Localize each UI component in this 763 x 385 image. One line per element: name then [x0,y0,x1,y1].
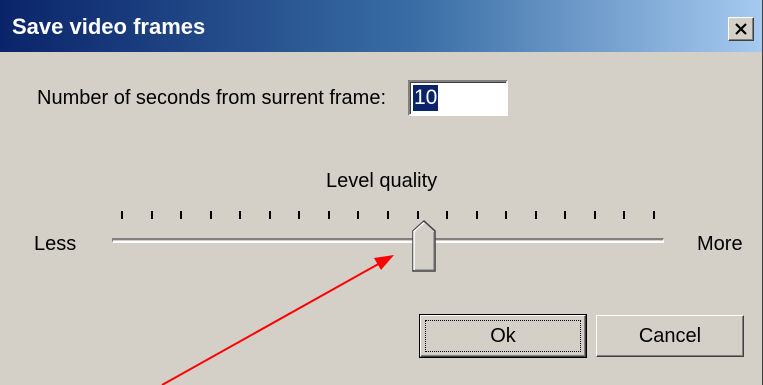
cancel-button[interactable]: Cancel [596,315,744,357]
slider-tick [475,211,478,219]
ok-button[interactable]: Ok [419,314,587,358]
slider-tick [150,211,153,219]
quality-max-label: More [697,233,743,255]
quality-min-label: Less [34,233,77,255]
slider-thumb[interactable] [412,219,436,272]
slider-tick [446,211,449,219]
cancel-button-label: Cancel [638,324,702,347]
slider-tick [298,211,301,219]
title-bar[interactable]: Save video frames [0,0,762,52]
seconds-label: Number of seconds from surrent frame: [37,87,387,109]
slider-tick [564,211,567,219]
close-x-icon [734,23,748,35]
slider-tick [121,211,123,219]
slider-track[interactable] [112,238,664,243]
window-title: Save video frames [12,14,206,39]
save-video-frames-dialog: Save video frames Number of seconds from… [0,0,763,385]
close-button[interactable] [728,17,754,41]
slider-tick [357,211,360,219]
quality-label: Level quality [326,170,438,192]
slider-tick [268,211,271,219]
slider-tick [387,211,389,219]
slider-tick [239,211,242,219]
seconds-input-value: 10 [413,85,439,111]
slider-tick [534,211,537,219]
slider-tick [180,211,183,219]
ok-button-label: Ok [490,324,516,347]
slider-ticks [108,205,666,225]
slider-tick [505,211,508,219]
slider-tick [593,211,596,219]
slider-tick [416,211,419,219]
quality-slider[interactable] [108,205,666,275]
slider-tick [653,211,655,219]
slider-tick [623,211,626,219]
seconds-input[interactable]: 10 [408,80,508,116]
slider-tick [327,211,330,219]
slider-tick [209,211,212,219]
